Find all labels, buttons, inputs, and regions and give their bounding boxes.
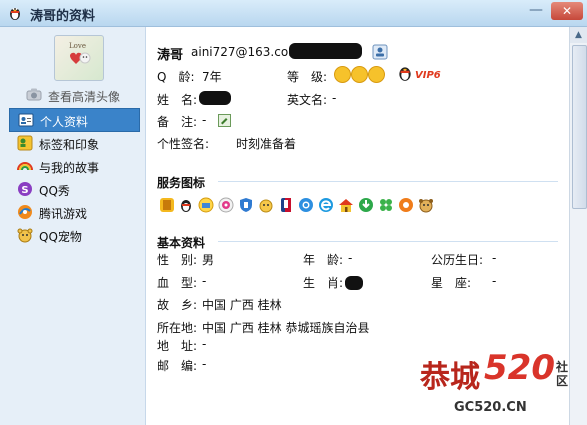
signature-label: 个性签名: — [157, 137, 210, 151]
redacted-block — [289, 43, 362, 59]
edit-remark-icon[interactable] — [218, 114, 231, 127]
birthday-label: 公历生日: — [431, 253, 484, 267]
browser-icon[interactable] — [298, 197, 314, 213]
watermark-domain: GC520.CN — [454, 400, 527, 415]
sidebar-item-profile[interactable]: 个人资料 — [9, 108, 140, 132]
birthday-value: - — [492, 251, 497, 265]
remark-label: 备 注: — [157, 115, 198, 129]
watermark-brand: 恭城 — [420, 360, 480, 395]
blood-type-label: 血 型: — [157, 276, 198, 290]
house-icon[interactable] — [338, 197, 354, 213]
qzone-icon[interactable] — [159, 197, 175, 213]
sidebar-item-qqshow[interactable]: S QQ秀 — [9, 178, 138, 200]
svg-text:S: S — [21, 185, 28, 196]
section-divider — [218, 181, 558, 182]
email: aini727@163.com — [191, 45, 300, 59]
dog-icon[interactable] — [418, 197, 434, 213]
services-title: 服务图标 — [157, 176, 206, 190]
location-label: 所在地: — [157, 321, 198, 335]
level-label: 等 级: — [287, 70, 328, 84]
music-icon[interactable] — [218, 197, 234, 213]
sidebar-item-tags[interactable]: 标签和印象 — [9, 132, 138, 154]
qq-age-label: Q 龄: — [157, 70, 195, 84]
name-label: 姓 名: — [157, 93, 198, 107]
edit-profile-icon[interactable] — [372, 44, 388, 60]
minimize-button[interactable]: — — [524, 2, 548, 20]
smiley-level-icon — [334, 66, 351, 83]
age-label: 年 龄: — [303, 253, 344, 267]
nickname: 涛哥 — [157, 48, 184, 63]
postcode-label: 邮 编: — [157, 359, 198, 373]
sidebar-item-label: 与我的故事 — [39, 161, 100, 175]
shield-icon[interactable] — [238, 197, 254, 213]
view-hd-avatar-label: 查看高清头像 — [48, 90, 121, 104]
game-center-icon[interactable] — [398, 197, 414, 213]
close-button[interactable]: ✕ — [551, 2, 583, 20]
tag-icon — [17, 135, 33, 151]
window-title: 涛哥的资料 — [30, 9, 96, 24]
scrollbar-thumb[interactable] — [572, 45, 587, 209]
download-icon[interactable] — [358, 197, 374, 213]
person-card-icon — [18, 113, 34, 127]
pet-egg-icon[interactable] — [258, 197, 274, 213]
sidebar: Love 查看高清头像 个人资料 标签和印象 与我的故事 S QQ秀 腾讯游戏 … — [0, 27, 146, 425]
smiley-level-icon — [368, 66, 385, 83]
title-bar[interactable]: 涛哥的资料 — ✕ — [0, 0, 587, 27]
vip-penguin-icon — [399, 67, 411, 81]
redacted-block — [199, 91, 231, 105]
sidebar-item-story[interactable]: 与我的故事 — [9, 155, 138, 177]
clover-icon[interactable] — [378, 197, 394, 213]
pet-icon — [17, 228, 33, 243]
watermark-number: 520 — [484, 348, 555, 388]
ie-icon[interactable] — [318, 197, 334, 213]
blood-type-value: - — [202, 274, 207, 288]
mail-icon[interactable] — [198, 197, 214, 213]
location-value: 中国 广西 桂林 恭城瑶族自治县 — [202, 321, 370, 335]
sidebar-item-label: 标签和印象 — [39, 138, 100, 152]
sidebar-item-label: 腾讯游戏 — [39, 207, 88, 221]
postcode-value: - — [202, 357, 207, 371]
basic-info-title: 基本资料 — [157, 236, 206, 250]
zodiac-label: 生 肖: — [303, 276, 344, 290]
hometown-label: 故 乡: — [157, 298, 198, 312]
watermark-suffix: 社区 — [556, 360, 569, 388]
qqshow-icon: S — [18, 182, 32, 196]
sidebar-item-pet[interactable]: QQ宠物 — [9, 224, 138, 246]
sidebar-item-label: QQ秀 — [39, 184, 70, 198]
constellation-label: 星 座: — [431, 276, 472, 290]
remark-value: - — [202, 113, 207, 127]
penguin-icon[interactable] — [178, 197, 194, 213]
qq-penguin-icon — [10, 8, 20, 20]
vip-badge: VIP6 — [415, 70, 441, 81]
heart-icon — [70, 52, 91, 64]
gender-label: 性 别: — [157, 253, 198, 267]
sidebar-item-games[interactable]: 腾讯游戏 — [9, 201, 138, 223]
redacted-block — [345, 276, 363, 290]
signature-value: 时刻准备着 — [236, 137, 297, 151]
qq-age-value: 7年 — [202, 70, 222, 84]
gender-value: 男 — [202, 253, 215, 267]
avatar[interactable]: Love — [54, 35, 104, 81]
hometown-value: 中国 广西 桂林 — [202, 298, 282, 312]
age-value: - — [348, 251, 353, 265]
sidebar-item-label: 个人资料 — [40, 115, 89, 129]
english-name-value: - — [332, 91, 337, 105]
site-watermark: 恭城 520 社区 GC520.CN — [420, 348, 580, 422]
game-icon — [18, 205, 32, 219]
camera-icon — [26, 88, 42, 101]
constellation-value: - — [492, 274, 497, 288]
sidebar-item-label: QQ宠物 — [39, 230, 82, 244]
nba-icon[interactable] — [278, 197, 294, 213]
rainbow-icon — [17, 162, 33, 171]
address-value: - — [202, 337, 207, 351]
scroll-up-arrow-icon[interactable]: ▲ — [570, 27, 587, 43]
address-label: 地 址: — [157, 339, 198, 353]
smiley-level-icon — [351, 66, 368, 83]
view-hd-avatar-link[interactable]: 查看高清头像 — [26, 87, 136, 104]
english-name-label: 英文名: — [287, 93, 328, 107]
section-divider — [218, 241, 558, 242]
